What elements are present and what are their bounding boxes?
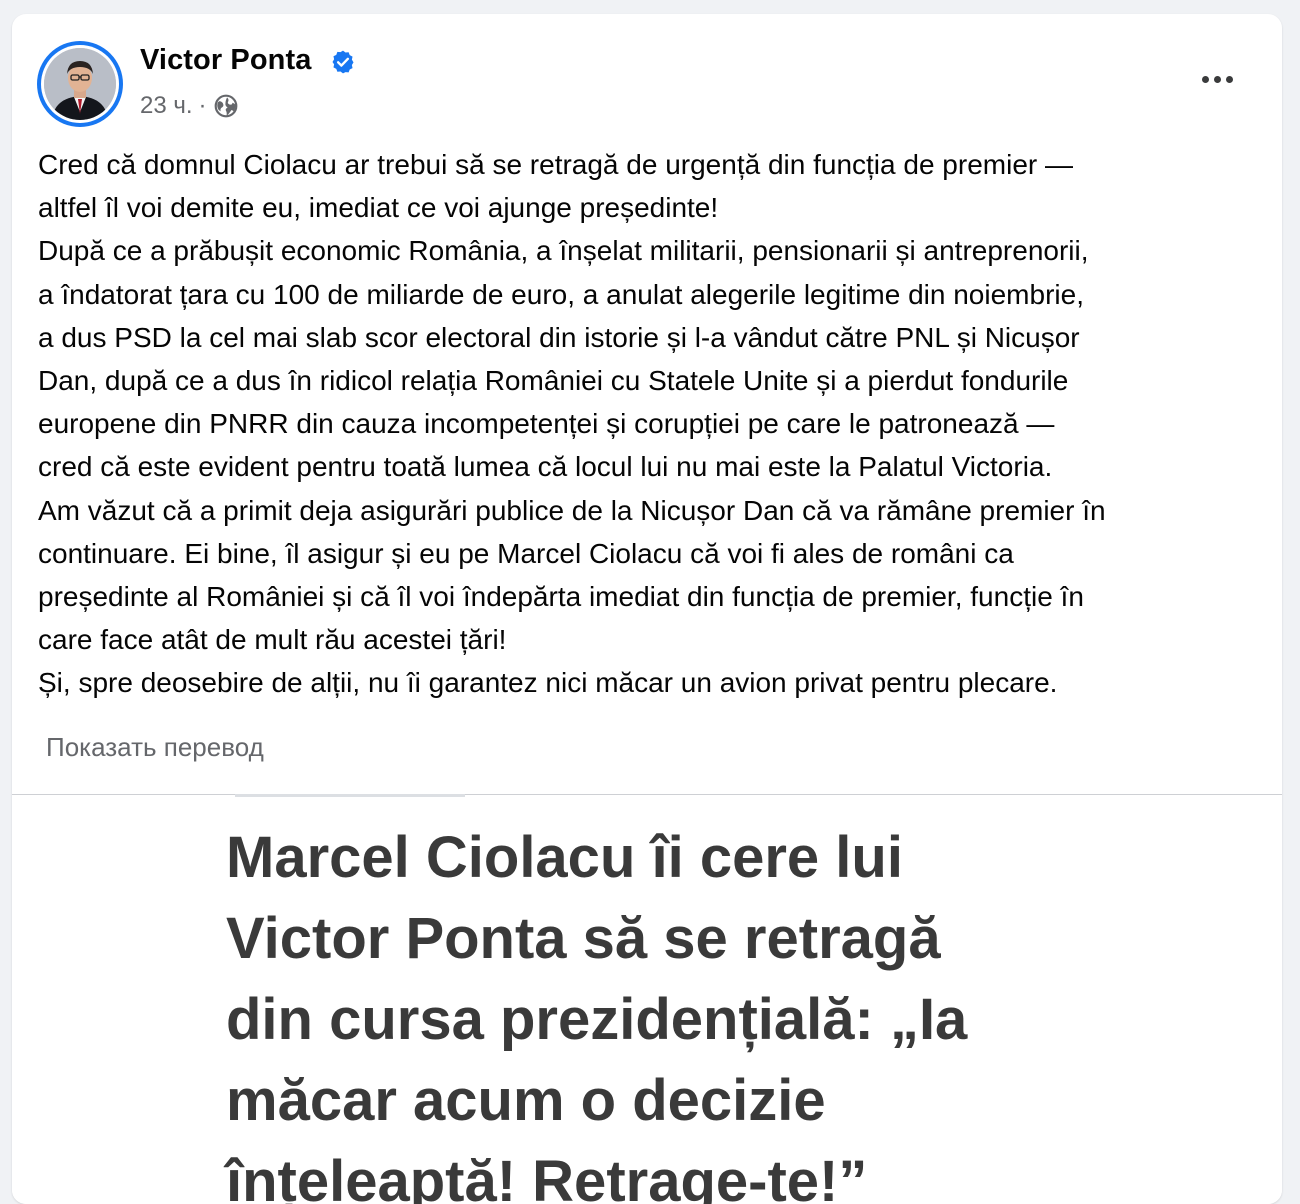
headline-line: măcar acum o decizie (226, 1068, 826, 1133)
image-tab-indicator (235, 794, 465, 797)
post-line: continuare. Ei bine, îl asigur și eu pe … (38, 537, 1014, 569)
globe-icon[interactable] (213, 93, 239, 119)
post-image[interactable]: Marcel Ciolacu îi cere lui Victor Ponta … (12, 795, 1282, 1204)
avatar-ring (41, 45, 119, 123)
headline-line: din cursa prezidențială: „Ia (226, 987, 968, 1052)
headline-line: Victor Ponta să se retragă (226, 906, 941, 971)
post-line: Am văzut că a primit deja asigurări publ… (38, 494, 1106, 526)
more-options-icon (1201, 75, 1209, 83)
post-line: președinte al României și că îl voi înde… (38, 581, 1084, 613)
post-line: Și, spre deosebire de alții, nu îi garan… (38, 667, 1058, 699)
show-translation-link[interactable]: Показать перевод (46, 732, 264, 763)
post-meta: 23 ч. · (140, 92, 239, 120)
post-line: a îndatorat țara cu 100 de miliarde de e… (38, 278, 1084, 310)
person-photo-icon (44, 48, 116, 120)
headline-line: Marcel Ciolacu îi cere lui (226, 825, 903, 890)
post-timestamp[interactable]: 23 ч. (140, 92, 193, 120)
post-line: a dus PSD la cel mai slab scor electoral… (38, 321, 1080, 353)
post-line: După ce a prăbușit economic România, a î… (38, 235, 1089, 267)
more-options-button[interactable] (1192, 62, 1242, 96)
meta-separator: · (198, 92, 207, 119)
post-line: Cred că domnul Ciolacu ar trebui să se r… (38, 149, 1073, 180)
headline-line: înțeleaptă! Retrage-te!” (226, 1149, 868, 1204)
avatar-photo (44, 48, 116, 120)
post-line: care face atât de mult rău acestei țări! (38, 624, 507, 656)
post-line: altfel îl voi demite eu, imediat ce voi … (38, 192, 719, 224)
author-avatar[interactable] (37, 41, 123, 127)
author-name[interactable]: Victor Ponta (140, 44, 311, 77)
verified-badge-icon (332, 50, 354, 74)
post-line: cred că este evident pentru toată lumea … (38, 451, 1053, 483)
post-line: europene din PNRR din cauza incompetențe… (38, 408, 1055, 440)
post-card: Victor Ponta 23 ч. · Cred că domnul Ciol… (12, 14, 1282, 1204)
post-line: Dan, după ce a dus în ridicol relația Ro… (38, 365, 1069, 397)
post-body: Cred că domnul Ciolacu ar trebui să se r… (38, 143, 1270, 705)
image-headline: Marcel Ciolacu îi cere lui Victor Ponta … (226, 817, 967, 1204)
